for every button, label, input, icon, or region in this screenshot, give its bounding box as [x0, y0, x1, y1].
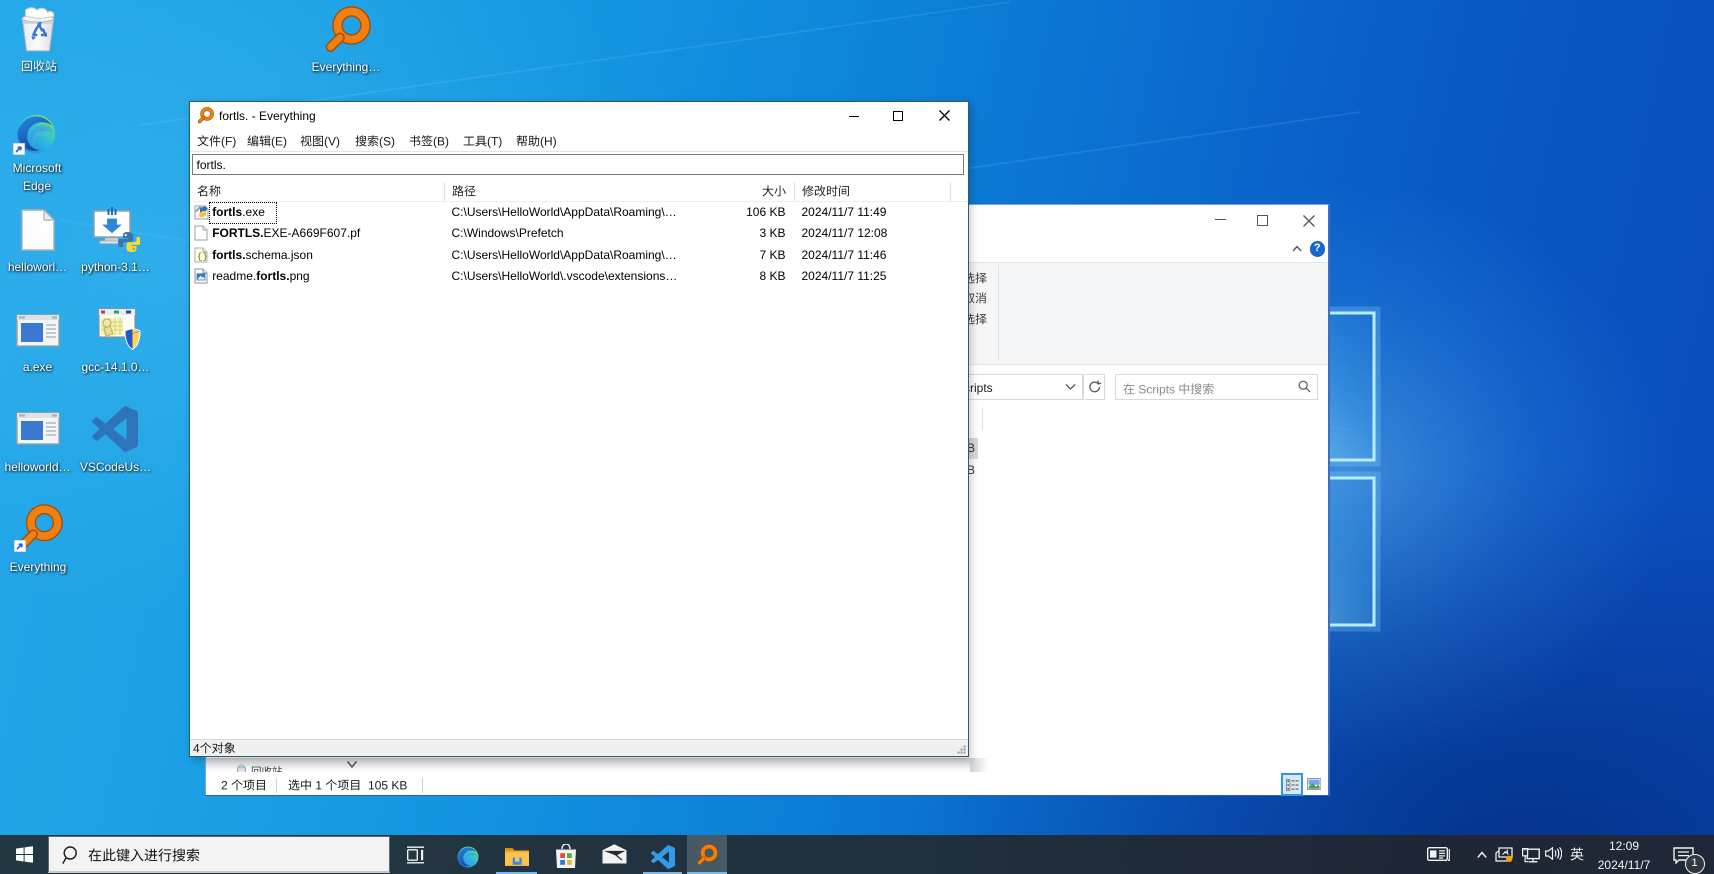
- svg-text:{}: {}: [197, 252, 208, 262]
